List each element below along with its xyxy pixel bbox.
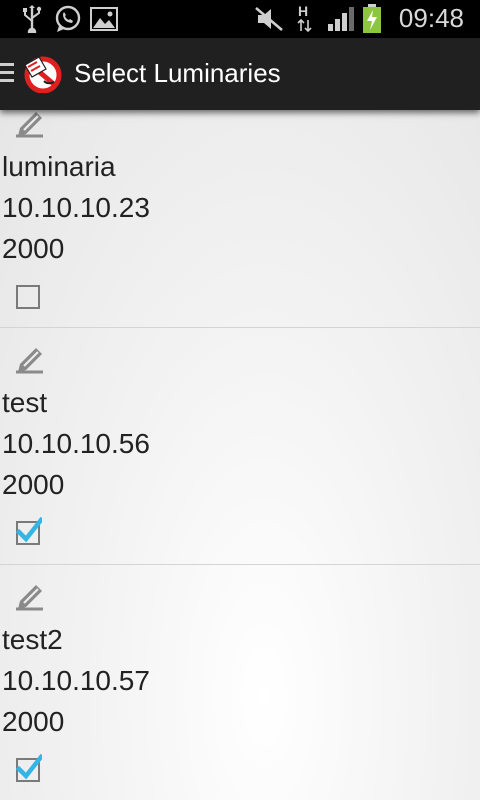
luminary-ip: 10.10.10.57 bbox=[2, 665, 150, 696]
battery-charging-icon bbox=[363, 4, 381, 33]
mute-icon bbox=[255, 7, 283, 31]
list-divider bbox=[0, 327, 480, 328]
list-item[interactable]: test 10.10.10.56 2000 bbox=[0, 329, 480, 565]
edit-icon[interactable] bbox=[10, 579, 48, 617]
action-bar: Select Luminaries bbox=[0, 38, 480, 110]
luminary-port: 2000 bbox=[2, 469, 65, 500]
luminaries-list: luminaria 10.10.10.23 2000 test 10.10.10… bbox=[0, 110, 480, 800]
gallery-icon bbox=[90, 7, 118, 31]
luminary-name: test2 bbox=[2, 624, 63, 655]
luminary-checkbox[interactable] bbox=[14, 754, 42, 782]
whatsapp-icon bbox=[55, 5, 81, 32]
list-item[interactable]: test2 10.10.10.57 2000 bbox=[0, 566, 480, 800]
list-item[interactable]: luminaria 10.10.10.23 2000 bbox=[0, 110, 480, 329]
luminary-checkbox[interactable] bbox=[14, 517, 42, 545]
usb-icon bbox=[23, 5, 42, 33]
status-time: 09:48 bbox=[398, 3, 464, 33]
luminary-checkbox[interactable] bbox=[14, 283, 42, 311]
status-bar: H 09:48 bbox=[0, 0, 480, 38]
drawer-menu-icon[interactable] bbox=[0, 63, 14, 85]
svg-text:H: H bbox=[298, 3, 308, 19]
signal-icon bbox=[328, 7, 354, 31]
list-divider bbox=[0, 564, 480, 565]
hspa-data-icon: H bbox=[297, 3, 312, 33]
luminary-ip: 10.10.10.23 bbox=[2, 192, 150, 223]
luminary-name: test bbox=[2, 387, 48, 418]
page-title: Select Luminaries bbox=[74, 58, 281, 88]
app-logo-icon[interactable] bbox=[22, 55, 66, 93]
luminary-port: 2000 bbox=[2, 233, 65, 264]
edit-icon[interactable] bbox=[10, 110, 48, 144]
edit-icon[interactable] bbox=[10, 342, 48, 380]
luminary-port: 2000 bbox=[2, 706, 65, 737]
luminary-ip: 10.10.10.56 bbox=[2, 428, 150, 459]
luminary-name: luminaria bbox=[2, 151, 116, 182]
